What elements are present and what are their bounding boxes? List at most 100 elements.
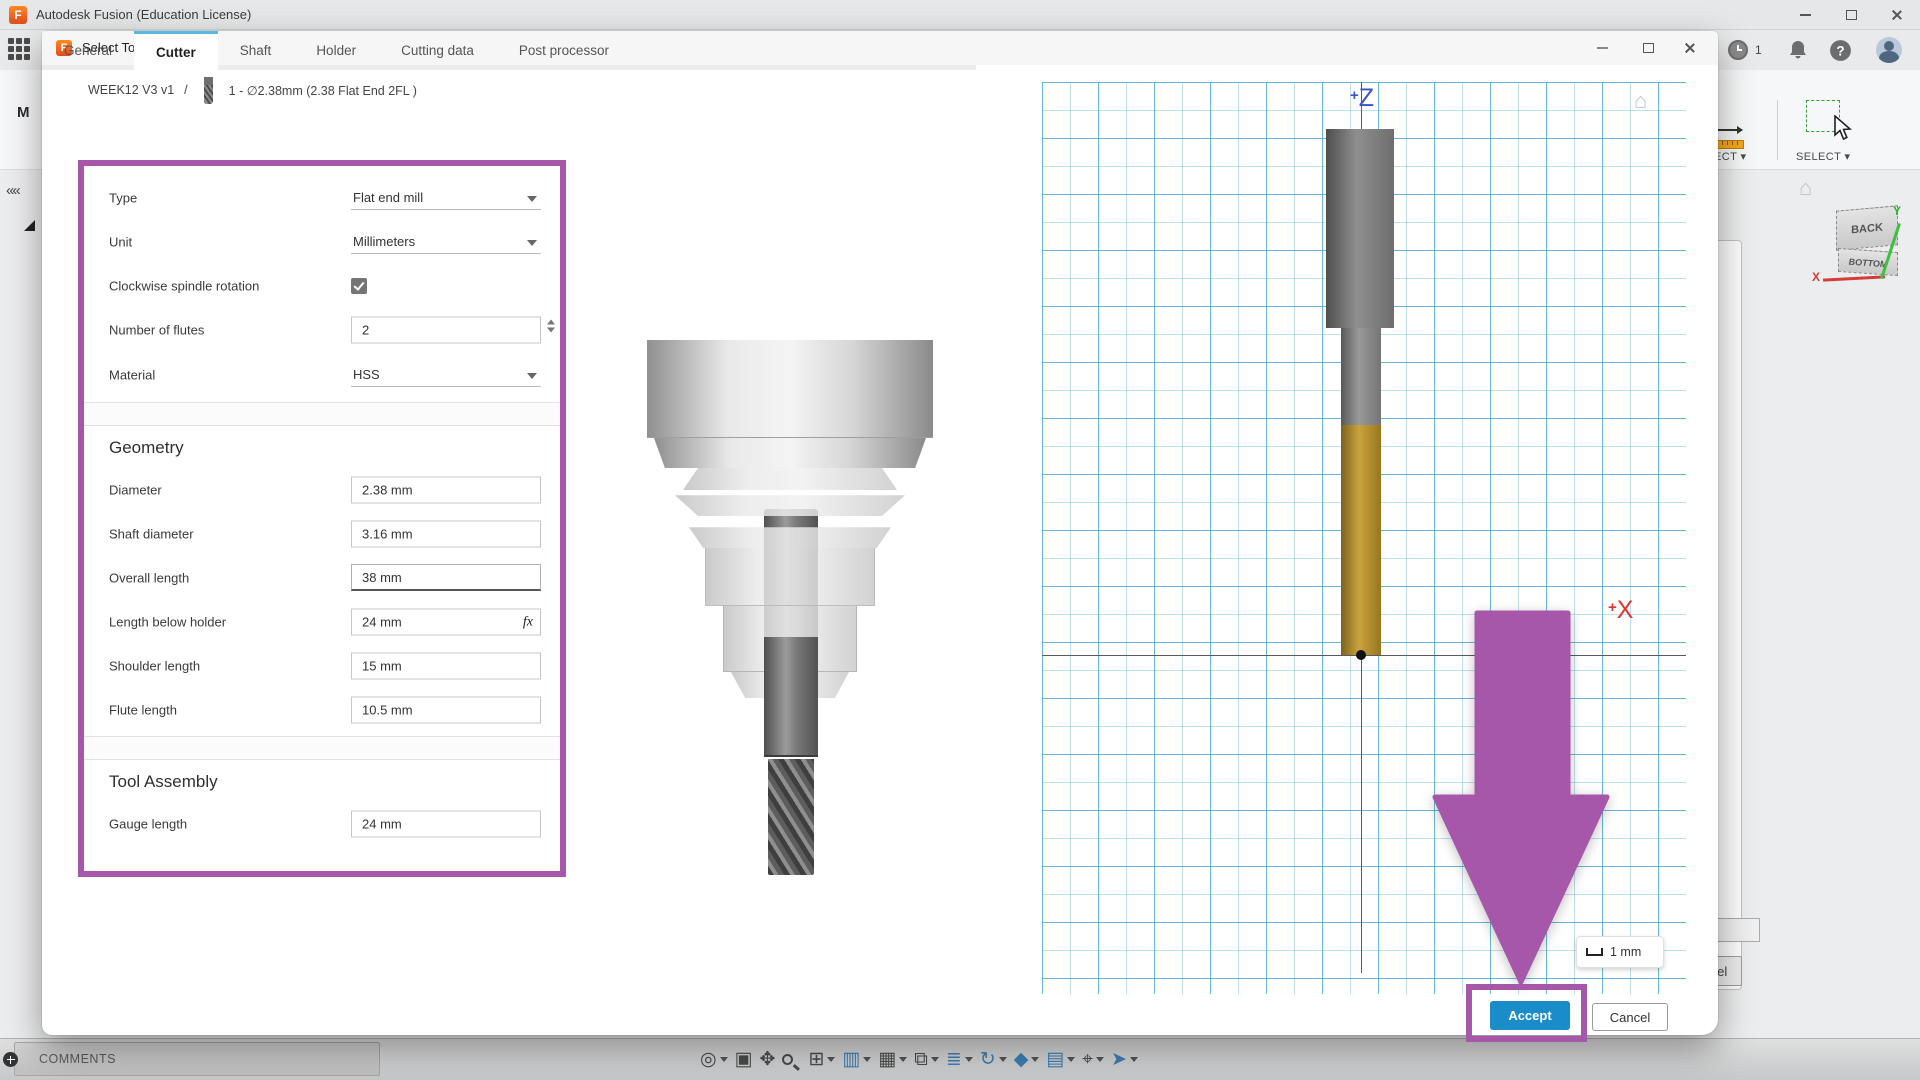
- machine-button[interactable]: ▤: [1046, 1050, 1075, 1069]
- display-settings-button[interactable]: ▥: [842, 1050, 871, 1069]
- viewcube-home-icon[interactable]: ⌂: [1799, 175, 1812, 201]
- overall-length-input[interactable]: [351, 564, 541, 591]
- shoulder-length-input[interactable]: [351, 653, 541, 680]
- isometric-view-button[interactable]: ◆: [1014, 1050, 1040, 1069]
- toolbar-separator: [1777, 100, 1778, 160]
- chevron-down-icon[interactable]: [1067, 1057, 1075, 1062]
- chevron-down-icon[interactable]: [965, 1057, 973, 1062]
- refresh-icon: ↻: [980, 1050, 996, 1069]
- bell-icon: [1786, 38, 1810, 62]
- measure-arrow-icon: [1716, 129, 1742, 131]
- gauge-length-input[interactable]: [351, 811, 541, 838]
- select-menu-label[interactable]: SELECT ▾: [1796, 150, 1850, 163]
- holder-body-3d: [647, 340, 933, 438]
- tool-assembly-heading: Tool Assembly: [103, 764, 541, 802]
- chevron-down-icon[interactable]: [1130, 1057, 1138, 1062]
- app-launcher-icon[interactable]: [8, 38, 30, 60]
- tool-origin-point: [1356, 650, 1366, 660]
- viewcube-back-face[interactable]: BACK: [1836, 205, 1898, 250]
- length-below-holder-label: Length below holder: [109, 615, 226, 630]
- spindle-rotation-checkbox[interactable]: [351, 278, 367, 294]
- chevron-down-icon[interactable]: [1031, 1057, 1039, 1062]
- tool-flutes-2d: [1341, 425, 1381, 655]
- grid-icon: ▦: [878, 1050, 896, 1069]
- z-plus: +: [1350, 87, 1359, 104]
- tab-cutter[interactable]: Cutter: [134, 31, 218, 70]
- annotation-arrow: [1432, 610, 1610, 988]
- window-minimize-button[interactable]: [1782, 0, 1828, 29]
- dialog-close-button[interactable]: [1670, 31, 1710, 64]
- refresh-button[interactable]: ↻: [980, 1050, 1007, 1069]
- unit-row: Unit Millimeters: [103, 220, 541, 264]
- material-value: HSS: [353, 367, 380, 382]
- question-icon: ?: [1828, 38, 1853, 63]
- material-dropdown[interactable]: HSS: [351, 363, 541, 387]
- window-close-button[interactable]: [1874, 0, 1920, 29]
- chevron-down-icon[interactable]: [899, 1057, 907, 1062]
- type-dropdown[interactable]: Flat end mill: [351, 186, 541, 210]
- viewports-button[interactable]: ⧉: [914, 1050, 939, 1069]
- chevron-down-icon: [527, 373, 537, 379]
- unit-dropdown[interactable]: Millimeters: [351, 230, 541, 254]
- canvas-home-icon[interactable]: ⌂: [1634, 88, 1647, 114]
- grid-snap-button[interactable]: ▦: [878, 1050, 907, 1069]
- probe-button[interactable]: ⌖: [1082, 1050, 1104, 1069]
- tab-general[interactable]: General: [42, 31, 134, 70]
- workspace-label-partial: M: [17, 104, 30, 121]
- orbit-button[interactable]: ◎: [700, 1050, 728, 1069]
- pan-icon: ✥: [760, 1050, 776, 1069]
- flute-length-row: Flute length: [103, 688, 541, 732]
- formula-indicator[interactable]: fx: [523, 614, 533, 630]
- accept-button[interactable]: Accept: [1490, 1001, 1570, 1030]
- collapse-panel-icon[interactable]: ««: [6, 182, 19, 199]
- pan-button[interactable]: ✥: [760, 1050, 776, 1069]
- shaft-diameter-row: Shaft diameter: [103, 512, 541, 556]
- length-below-holder-input[interactable]: [351, 609, 541, 636]
- chevron-down-icon[interactable]: [999, 1057, 1007, 1062]
- comments-bar[interactable]: COMMENTS: [14, 1042, 380, 1076]
- tool-3d-preview: [647, 337, 933, 777]
- dialog-maximize-button[interactable]: [1628, 31, 1668, 64]
- tool-holder-2d: [1326, 129, 1394, 328]
- chevron-down-icon[interactable]: [931, 1057, 939, 1062]
- window-maximize-button[interactable]: [1828, 0, 1874, 29]
- flute-length-input[interactable]: [351, 697, 541, 724]
- simulate-button[interactable]: ➤: [1111, 1050, 1138, 1069]
- tab-cutting-data[interactable]: Cutting data: [379, 31, 496, 70]
- breadcrumb-project[interactable]: WEEK12 V3 v1: [88, 83, 174, 97]
- look-at-button[interactable]: ▣: [735, 1050, 753, 1069]
- flutes-stepper[interactable]: [547, 320, 555, 333]
- tab-post-processor[interactable]: Post processor: [497, 31, 631, 70]
- flutes-input[interactable]: [351, 317, 541, 344]
- add-comment-icon[interactable]: [3, 1052, 18, 1067]
- job-status-indicator[interactable]: 1: [1726, 38, 1762, 62]
- inspect-menu-partial[interactable]: ECT ▾: [1714, 150, 1746, 163]
- user-avatar[interactable]: [1876, 37, 1902, 63]
- zoom-window-button[interactable]: ⊞: [808, 1050, 835, 1069]
- section-button[interactable]: ≣: [946, 1050, 973, 1069]
- chevron-down-icon[interactable]: [863, 1057, 871, 1062]
- gauge-length-row: Gauge length: [103, 802, 541, 846]
- dialog-minimize-button[interactable]: [1582, 31, 1622, 64]
- chevron-down-icon: [527, 240, 537, 246]
- chevron-down-icon[interactable]: [720, 1057, 728, 1062]
- chevron-down-icon[interactable]: [827, 1057, 835, 1062]
- breadcrumb-separator: /: [184, 83, 187, 97]
- shaft-diameter-input[interactable]: [351, 521, 541, 548]
- comments-label: COMMENTS: [39, 1043, 116, 1075]
- job-status-count: 1: [1755, 43, 1762, 57]
- scale-value: 1 mm: [1610, 945, 1641, 959]
- display-settings-icon: ▥: [842, 1050, 860, 1069]
- type-row: Type Flat end mill: [103, 176, 541, 220]
- help-button[interactable]: ?: [1828, 38, 1853, 68]
- notifications-button[interactable]: [1786, 38, 1810, 67]
- zoom-button[interactable]: [782, 1054, 793, 1065]
- tab-holder[interactable]: Holder: [294, 31, 378, 70]
- cancel-button[interactable]: Cancel: [1592, 1003, 1668, 1031]
- diameter-row: Diameter: [103, 468, 541, 512]
- chevron-down-icon[interactable]: [1096, 1057, 1104, 1062]
- isometric-icon: ◆: [1014, 1050, 1029, 1069]
- diameter-input[interactable]: [351, 477, 541, 504]
- minimize-icon: [1800, 14, 1811, 16]
- tab-shaft[interactable]: Shaft: [218, 31, 294, 70]
